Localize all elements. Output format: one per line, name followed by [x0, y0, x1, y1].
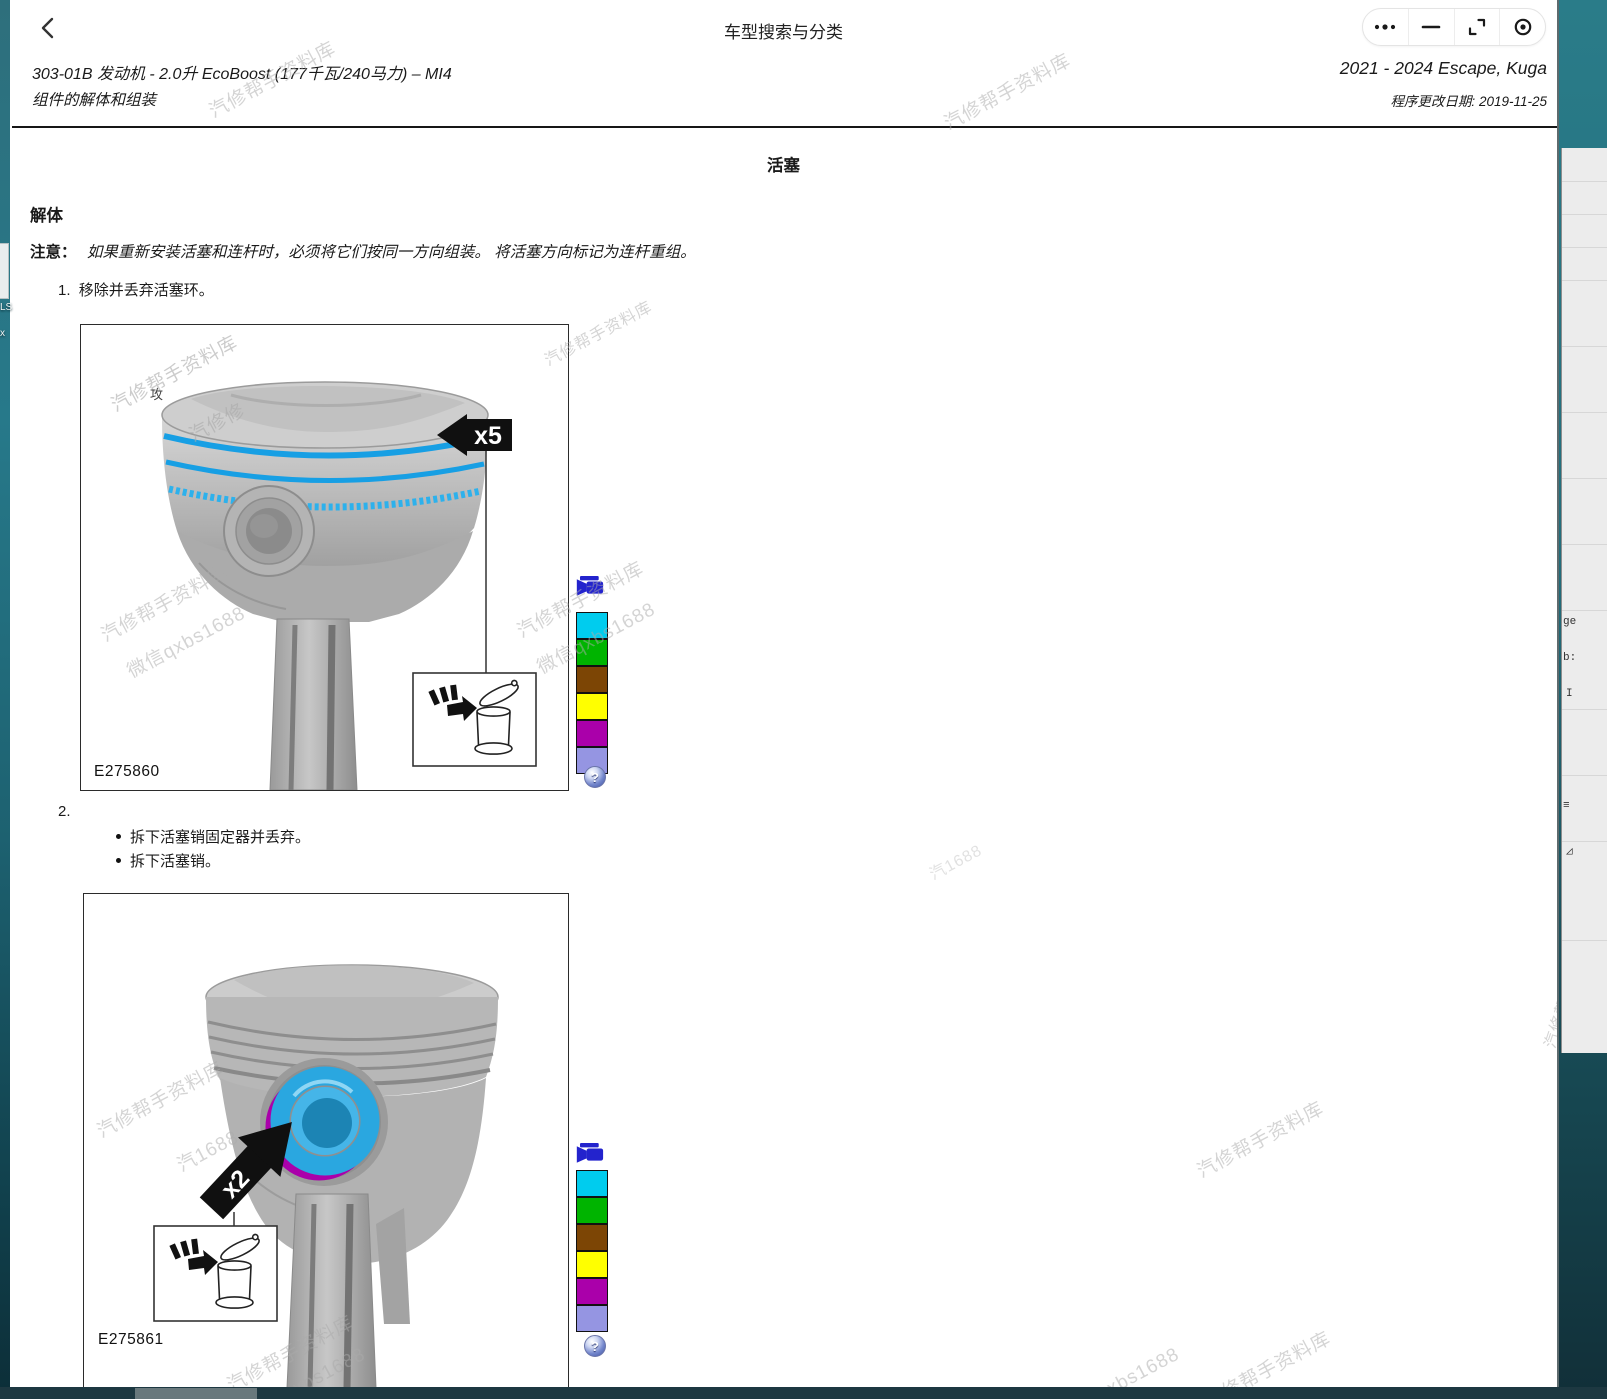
note-text: 如果重新安装活塞和连杆时，必须将它们按同一方向组装。 将活塞方向标记为连杆重组。 — [87, 244, 696, 261]
legend-color-column-1 — [576, 612, 608, 774]
screen: 车型搜索与分类 — [0, 0, 1607, 1399]
video-button[interactable] — [576, 1143, 606, 1165]
taskbar-segment[interactable] — [135, 1388, 257, 1399]
step-2-bullet-2-text: 拆下活塞销。 — [130, 853, 220, 870]
more-dots-icon — [1373, 16, 1397, 38]
bullet-icon — [116, 834, 121, 839]
more-options-button[interactable] — [1363, 9, 1408, 45]
background-window-sliver: ge b: I ≡ ◿ — [1561, 148, 1607, 1053]
bullet-icon — [116, 858, 121, 863]
header-divider — [12, 126, 1557, 128]
watermark-artifact: 攻 — [150, 384, 163, 403]
legend-swatch-brown[interactable] — [576, 1224, 608, 1251]
page-title: 活塞 — [10, 152, 1557, 176]
vehicle-range: 2021 - 2024 Escape, Kuga — [1340, 58, 1547, 79]
desktop-background-left: LS x — [0, 0, 10, 1399]
question-mark-ball-icon: ? — [591, 1339, 599, 1354]
legend-swatch-cyan[interactable] — [576, 1170, 608, 1197]
revision-date: 程序更改日期: 2019-11-25 — [1390, 90, 1547, 110]
legend-swatch-yellow[interactable] — [576, 693, 608, 720]
video-button[interactable] — [576, 576, 606, 598]
legend-swatch-green[interactable] — [576, 639, 608, 666]
restore-icon — [1466, 16, 1488, 38]
doc-title-line1: 303-01B 发动机 - 2.0升 EcoBoost (177千瓦/240马力… — [32, 60, 452, 84]
question-mark-ball-icon: ? — [591, 770, 599, 785]
step-2-number: 2. — [58, 803, 71, 820]
restore-button[interactable] — [1454, 9, 1500, 45]
doc-title-line2: 组件的解体和组装 — [32, 88, 156, 110]
chevron-left-icon — [36, 15, 62, 41]
desktop-icon-label: x — [0, 328, 5, 339]
background-text-fragment: I — [1566, 688, 1573, 700]
step-1-number: 1. — [58, 282, 71, 299]
window-controls-pill — [1362, 8, 1546, 46]
section-heading: 解体 — [30, 202, 63, 226]
piston-pin-illustration: x2 — [84, 894, 568, 1388]
legend-color-column-2 — [576, 1170, 608, 1332]
page-header-title: 车型搜索与分类 — [10, 18, 1557, 43]
step-2-bullet-1: 拆下活塞销固定器并丢弃。 — [116, 826, 310, 847]
video-camera-icon — [576, 1143, 606, 1165]
figure-id-label: E275861 — [98, 1331, 164, 1349]
background-text-fragment: ge — [1563, 616, 1576, 628]
help-button[interactable]: ? — [584, 766, 606, 788]
step-2-bullet-1-text: 拆下活塞销固定器并丢弃。 — [130, 829, 310, 846]
legend-swatch-yellow[interactable] — [576, 1251, 608, 1278]
step-1-text: 移除并丢弃活塞环。 — [79, 282, 214, 299]
legend-swatch-cyan[interactable] — [576, 612, 608, 639]
video-camera-icon — [576, 576, 606, 598]
legend-swatch-magenta[interactable] — [576, 1278, 608, 1305]
legend-swatch-magenta[interactable] — [576, 720, 608, 747]
target-dot-icon — [1512, 16, 1534, 38]
background-text-fragment: b: — [1563, 652, 1576, 664]
minimize-button[interactable] — [1408, 9, 1454, 45]
legend-swatch-brown[interactable] — [576, 666, 608, 693]
quit-button[interactable] — [1499, 9, 1545, 45]
minimize-icon — [1420, 16, 1442, 38]
back-button[interactable] — [36, 15, 62, 41]
desktop-icon-label: LS — [0, 302, 12, 313]
figure-piston-pin: x2 E275861 — [83, 893, 569, 1388]
legend-swatch-green[interactable] — [576, 1197, 608, 1224]
help-button[interactable]: ? — [584, 1335, 606, 1357]
desktop-file-icon[interactable] — [0, 243, 9, 299]
note-line: 注意： 如果重新安装活塞和连杆时，必须将它们按同一方向组装。 将活塞方向标记为连… — [30, 240, 696, 262]
step-2: 2. — [58, 803, 71, 820]
step-1: 1. 移除并丢弃活塞环。 — [58, 279, 214, 300]
figure-id-label: E275860 — [94, 763, 160, 781]
step-2-bullet-2: 拆下活塞销。 — [116, 850, 220, 871]
window-edge — [1557, 0, 1559, 1388]
background-text-fragment: ≡ — [1563, 800, 1570, 812]
background-text-fragment: ◿ — [1566, 844, 1573, 858]
legend-swatch-lavender[interactable] — [576, 1305, 608, 1332]
note-label: 注意： — [30, 244, 77, 261]
figure1-callout: x5 — [474, 422, 502, 450]
app-window: 车型搜索与分类 — [10, 0, 1557, 1387]
